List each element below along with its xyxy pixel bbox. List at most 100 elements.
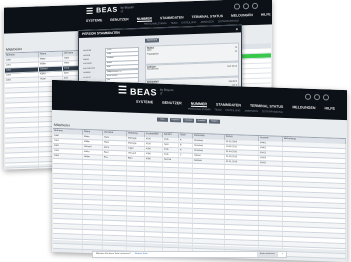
- table-cell: [145, 182, 163, 187]
- table-cell: [179, 178, 193, 182]
- subnav-item[interactable]: EINTEILUNG: [181, 21, 196, 25]
- table-cell: [103, 191, 127, 196]
- table-cell: [145, 167, 163, 172]
- power-icon[interactable]: [252, 3, 258, 9]
- table-cell: [53, 249, 83, 254]
- user-icon[interactable]: [305, 94, 311, 100]
- power-icon[interactable]: [323, 94, 329, 100]
- table-cell: [145, 217, 163, 222]
- table-cell: [259, 206, 283, 211]
- nav-item-active[interactable]: NUMMER: [191, 102, 207, 108]
- table-cell: [259, 201, 283, 206]
- table-cell: [103, 161, 127, 166]
- table-cell: [53, 254, 83, 259]
- table-cell: [103, 246, 127, 251]
- table-cell: [179, 218, 193, 222]
- table-cell: [5, 167, 39, 169]
- gear-icon[interactable]: [243, 3, 249, 9]
- table-cell: [259, 216, 283, 221]
- table-cell: [83, 225, 103, 230]
- table-cell: Hans: [103, 136, 127, 141]
- table-cell: 5000: [145, 157, 163, 162]
- nav-item[interactable]: BENUTZER: [162, 101, 182, 107]
- leave-page-button[interactable]: Seite verlassen: [257, 252, 278, 257]
- table-cell: [103, 216, 127, 221]
- subnav-item[interactable]: ZEITERFASSUNG: [262, 110, 283, 114]
- delete-button[interactable]: Löschen: [183, 118, 194, 122]
- table-cell: Büro: [127, 156, 145, 161]
- close-icon[interactable]: ×: [282, 252, 286, 257]
- gear-icon[interactable]: [314, 94, 320, 100]
- table-cell: [127, 161, 145, 166]
- table-cell: 4100: [145, 137, 163, 142]
- table-cell: [259, 221, 283, 226]
- table-cell: 00402: [259, 146, 283, 151]
- table-cell: 4100: [145, 142, 163, 147]
- subnav-item[interactable]: ZEITERFASSUNG: [218, 19, 239, 23]
- table-cell: [127, 196, 145, 201]
- subnav-item[interactable]: PERSONALSTAMM: [144, 22, 166, 26]
- subnav-item[interactable]: ABSENZEN: [244, 110, 257, 113]
- save-button[interactable]: Speichern: [145, 38, 159, 42]
- nav-item[interactable]: STAMMDATEN: [216, 103, 241, 109]
- table-cell: [103, 181, 127, 186]
- nav-item[interactable]: MELDUNGEN: [292, 105, 315, 111]
- table-cell: Anna: [103, 146, 127, 151]
- brand-sub: by Boyum IT: [160, 89, 174, 96]
- new-button[interactable]: Neu: [157, 118, 168, 122]
- beas-logo-icon: ☰: [86, 7, 93, 16]
- table-cell: Eva: [103, 156, 127, 161]
- nav-item-active[interactable]: NUMMER: [137, 17, 152, 23]
- table-cell: [163, 163, 179, 168]
- brand-logo: ☰ BEAS by Boyum IT: [118, 85, 174, 98]
- table-cell: [145, 202, 163, 207]
- subnav-item[interactable]: EINTEILUNG: [225, 109, 240, 113]
- copy-button[interactable]: Kopieren: [170, 118, 181, 122]
- nav-item[interactable]: HILFE: [324, 106, 334, 111]
- table-cell: [163, 198, 179, 203]
- nav-item[interactable]: HILFE: [261, 12, 271, 17]
- table-cell: [103, 201, 127, 206]
- table-cell: [83, 160, 103, 165]
- dialog-title: PERSON STAMMDATEN: [82, 31, 120, 36]
- brand-sub: by Boyum IT: [121, 6, 135, 13]
- table-cell: [127, 236, 145, 241]
- table-cell: [145, 232, 163, 237]
- leave-page-text: Möchten Sie diese Seite verlassen?: [96, 252, 131, 257]
- nav-item[interactable]: MELDUNGEN: [231, 13, 253, 19]
- nav-item[interactable]: STAMMDATEN: [160, 15, 184, 21]
- table-cell: [127, 201, 145, 206]
- brand-name: BEAS: [130, 86, 157, 97]
- table-cell: [259, 196, 283, 201]
- table-cell: [179, 163, 193, 167]
- table-cell: [163, 228, 179, 233]
- nav-item[interactable]: BENUTZER: [110, 17, 128, 23]
- table-cell: [127, 231, 145, 236]
- close-icon[interactable]: ×: [236, 26, 238, 33]
- subnav-item[interactable]: TEAM: [170, 22, 177, 25]
- more-info-link[interactable]: Weitere Infos: [135, 252, 148, 257]
- table-cell: A: [179, 138, 193, 142]
- table-cell: [145, 192, 163, 197]
- subnav-item[interactable]: TEAM: [214, 109, 221, 112]
- table-cell: [127, 191, 145, 196]
- table-cell: [83, 220, 103, 225]
- nav-item[interactable]: SYSTEME: [136, 100, 153, 106]
- table-cell: Beat: [103, 151, 127, 156]
- brand-logo: ☰ BEAS by Boyum IT: [86, 5, 135, 16]
- table-cell: [259, 191, 283, 196]
- table-cell: [259, 186, 283, 191]
- table-cell: [145, 212, 163, 217]
- table-cell: [179, 223, 193, 227]
- table-cell: [179, 243, 193, 247]
- table-cell: [83, 215, 103, 220]
- subnav-item[interactable]: PERSONALSTAMM: [188, 108, 210, 112]
- nav-item[interactable]: SYSTEME: [86, 18, 102, 24]
- table-cell: [163, 168, 179, 173]
- user-icon[interactable]: [234, 3, 240, 9]
- print-button[interactable]: Drucken: [196, 119, 207, 123]
- export-button[interactable]: Export: [209, 119, 220, 123]
- table-cell: [127, 211, 145, 216]
- subnav-item[interactable]: ABSENZEN: [200, 20, 213, 23]
- table-cell: [83, 190, 103, 195]
